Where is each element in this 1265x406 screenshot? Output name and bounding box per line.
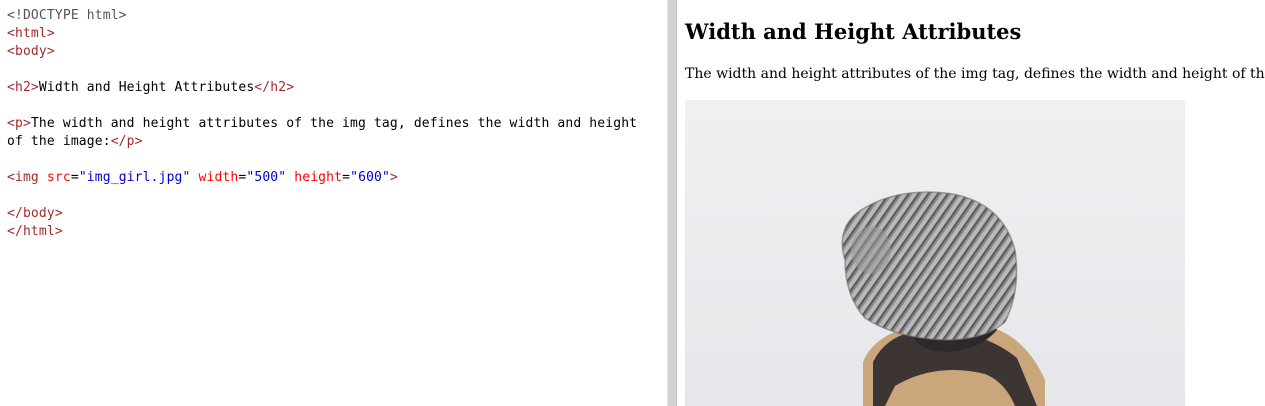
code-line[interactable]: ​: [7, 187, 667, 205]
code-line[interactable]: </html>: [7, 223, 667, 241]
code-token-txt: Width and Height Attributes: [38, 80, 255, 95]
code-line[interactable]: <p>The width and height attributes of th…: [7, 115, 667, 133]
code-token-attr: width: [198, 170, 239, 185]
code-token-tag: >: [390, 170, 398, 185]
code-token-txt: of the image:: [7, 134, 111, 149]
code-line[interactable]: ​: [7, 97, 667, 115]
code-token-tag: <p>: [7, 116, 31, 131]
code-token-attr: height: [294, 170, 343, 185]
preview-image: [685, 100, 1185, 406]
code-token-val: "500": [246, 170, 287, 185]
code-line[interactable]: <!DOCTYPE html>: [7, 7, 667, 25]
girl-photo-illustration: [841, 191, 1045, 406]
code-token-val: "img_girl.jpg": [78, 170, 191, 185]
code-token-txt: =: [70, 170, 79, 185]
code-line[interactable]: <html>: [7, 25, 667, 43]
code-token-dt: <!DOCTYPE html>: [7, 8, 127, 23]
result-preview-pane: Width and Height Attributes The width an…: [677, 0, 1265, 406]
code-token-tag: <h2>: [7, 80, 39, 95]
pane-divider[interactable]: [667, 0, 677, 406]
preview-heading: Width and Height Attributes: [685, 19, 1022, 44]
code-line[interactable]: ​: [7, 151, 667, 169]
code-token-tag: </html>: [7, 224, 63, 239]
code-token-tag: <body>: [7, 44, 55, 59]
code-token-tag: </h2>: [254, 80, 295, 95]
code-line[interactable]: of the image:</p>: [7, 133, 667, 151]
code-line[interactable]: <img src="img_girl.jpg" width="500" heig…: [7, 169, 667, 187]
code-line[interactable]: <h2>Width and Height Attributes</h2>: [7, 79, 667, 97]
code-token-txt: The width and height attributes of the i…: [30, 116, 638, 131]
code-line[interactable]: </body>: [7, 205, 667, 223]
code-token-tag: <html>: [7, 26, 55, 41]
code-token-txt: =: [342, 170, 351, 185]
code-token-tag: </p>: [110, 134, 143, 149]
code-line[interactable]: <body>: [7, 43, 667, 61]
code-token-tag: <img: [7, 170, 39, 185]
code-token-val: "600": [350, 170, 390, 185]
code-token-attr: src: [46, 170, 71, 185]
code-token-tag: </body>: [7, 206, 63, 221]
code-editor-pane[interactable]: <!DOCTYPE html><html><body>​<h2>Width an…: [0, 0, 667, 406]
code-editor[interactable]: <!DOCTYPE html><html><body>​<h2>Width an…: [0, 0, 667, 241]
preview-paragraph: The width and height attributes of the i…: [685, 66, 1265, 82]
code-line[interactable]: ​: [7, 61, 667, 79]
